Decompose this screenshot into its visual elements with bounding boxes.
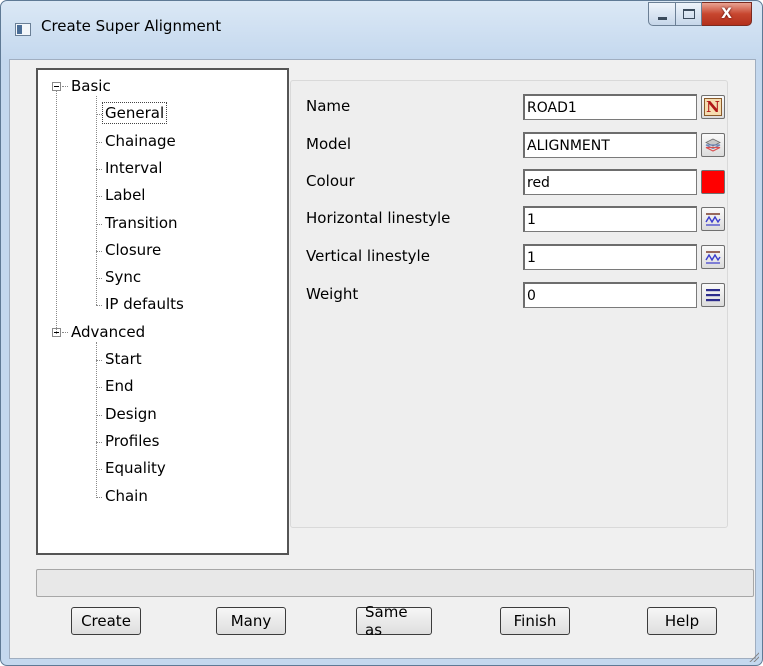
tree-item[interactable]: Sync [105, 267, 141, 287]
model-picker-button[interactable] [701, 133, 725, 157]
create-button[interactable]: Create [71, 607, 141, 635]
tree-items: Basic General Chainage Interval Label Transit… [38, 70, 287, 553]
status-bar [36, 569, 754, 597]
window-controls: X [648, 2, 752, 27]
linestyle-icon [705, 213, 721, 226]
tree-connector [96, 96, 97, 306]
tree-item[interactable]: IP defaults [105, 294, 184, 314]
tree-item[interactable]: Equality [105, 458, 166, 478]
tree-connector [56, 90, 57, 334]
tree-group-1[interactable]: Advanced [71, 322, 145, 342]
tree-item[interactable]: Label [105, 185, 145, 205]
horizontal-linestyle-label: Horizontal linestyle [306, 209, 451, 227]
name-input[interactable]: ROAD1 [523, 94, 697, 120]
horizontal-linestyle-input[interactable]: 1 [523, 206, 697, 232]
vertical-linestyle-label: Vertical linestyle [306, 247, 430, 265]
model-label: Model [306, 135, 352, 153]
tree-connector [96, 341, 97, 497]
many-button[interactable]: Many [216, 607, 286, 635]
tree-connector [62, 86, 68, 87]
dialog-body: Basic General Chainage Interval Label Transit… [9, 59, 756, 659]
tree-item[interactable]: Interval [105, 158, 162, 178]
colour-label: Colour [306, 172, 355, 190]
tree-item[interactable]: Chainage [105, 131, 176, 151]
tree-item[interactable]: General [101, 102, 168, 125]
tree-item[interactable]: Transition [105, 213, 178, 233]
help-button[interactable]: Help [647, 607, 717, 635]
tree-item[interactable]: Profiles [105, 431, 159, 451]
vertical-linestyle-input[interactable]: 1 [523, 244, 697, 270]
colour-input[interactable]: red [523, 169, 697, 195]
weight-lines-icon [706, 289, 720, 302]
weight-input[interactable]: 0 [523, 282, 697, 308]
resize-grip[interactable] [747, 650, 759, 662]
name-picker-button[interactable]: N [701, 95, 725, 119]
tree-item[interactable]: Closure [105, 240, 161, 260]
window-title: Create Super Alignment [41, 17, 222, 35]
close-button[interactable]: X [702, 2, 752, 26]
same-as-button[interactable]: Same as [356, 603, 432, 639]
model-input[interactable]: ALIGNMENT [523, 132, 697, 158]
tree-item[interactable]: Design [105, 404, 157, 424]
finish-button[interactable]: Finish [500, 607, 570, 635]
color-swatch-icon [702, 171, 724, 193]
colour-picker-button[interactable] [701, 170, 725, 194]
layers-icon [705, 138, 721, 152]
tree-group-0[interactable]: Basic [71, 76, 111, 96]
maximize-icon [682, 9, 695, 19]
close-icon: X [721, 6, 732, 22]
title-bar[interactable]: Create Super Alignment X [1, 1, 762, 57]
name-label: Name [306, 97, 351, 115]
tree-item[interactable]: Chain [105, 486, 148, 506]
tree-connector [96, 496, 102, 498]
tree-connector [96, 305, 102, 307]
app-icon [15, 23, 31, 36]
dialog-window: Create Super Alignment X Basic General Cha… [0, 0, 763, 666]
weight-label: Weight [306, 285, 359, 303]
tree-item[interactable]: End [105, 376, 134, 396]
weight-button[interactable] [701, 283, 725, 307]
horizontal-linestyle-button[interactable] [701, 207, 725, 231]
tree-item[interactable]: Start [105, 349, 142, 369]
vertical-linestyle-button[interactable] [701, 245, 725, 269]
tree-connector [62, 331, 68, 333]
minimize-button[interactable] [648, 2, 676, 26]
tree-view[interactable]: Basic General Chainage Interval Label Transit… [36, 68, 289, 555]
linestyle-icon [705, 251, 721, 264]
minimize-icon [657, 16, 667, 20]
maximize-button[interactable] [676, 2, 702, 26]
name-n-icon: N [704, 98, 722, 116]
